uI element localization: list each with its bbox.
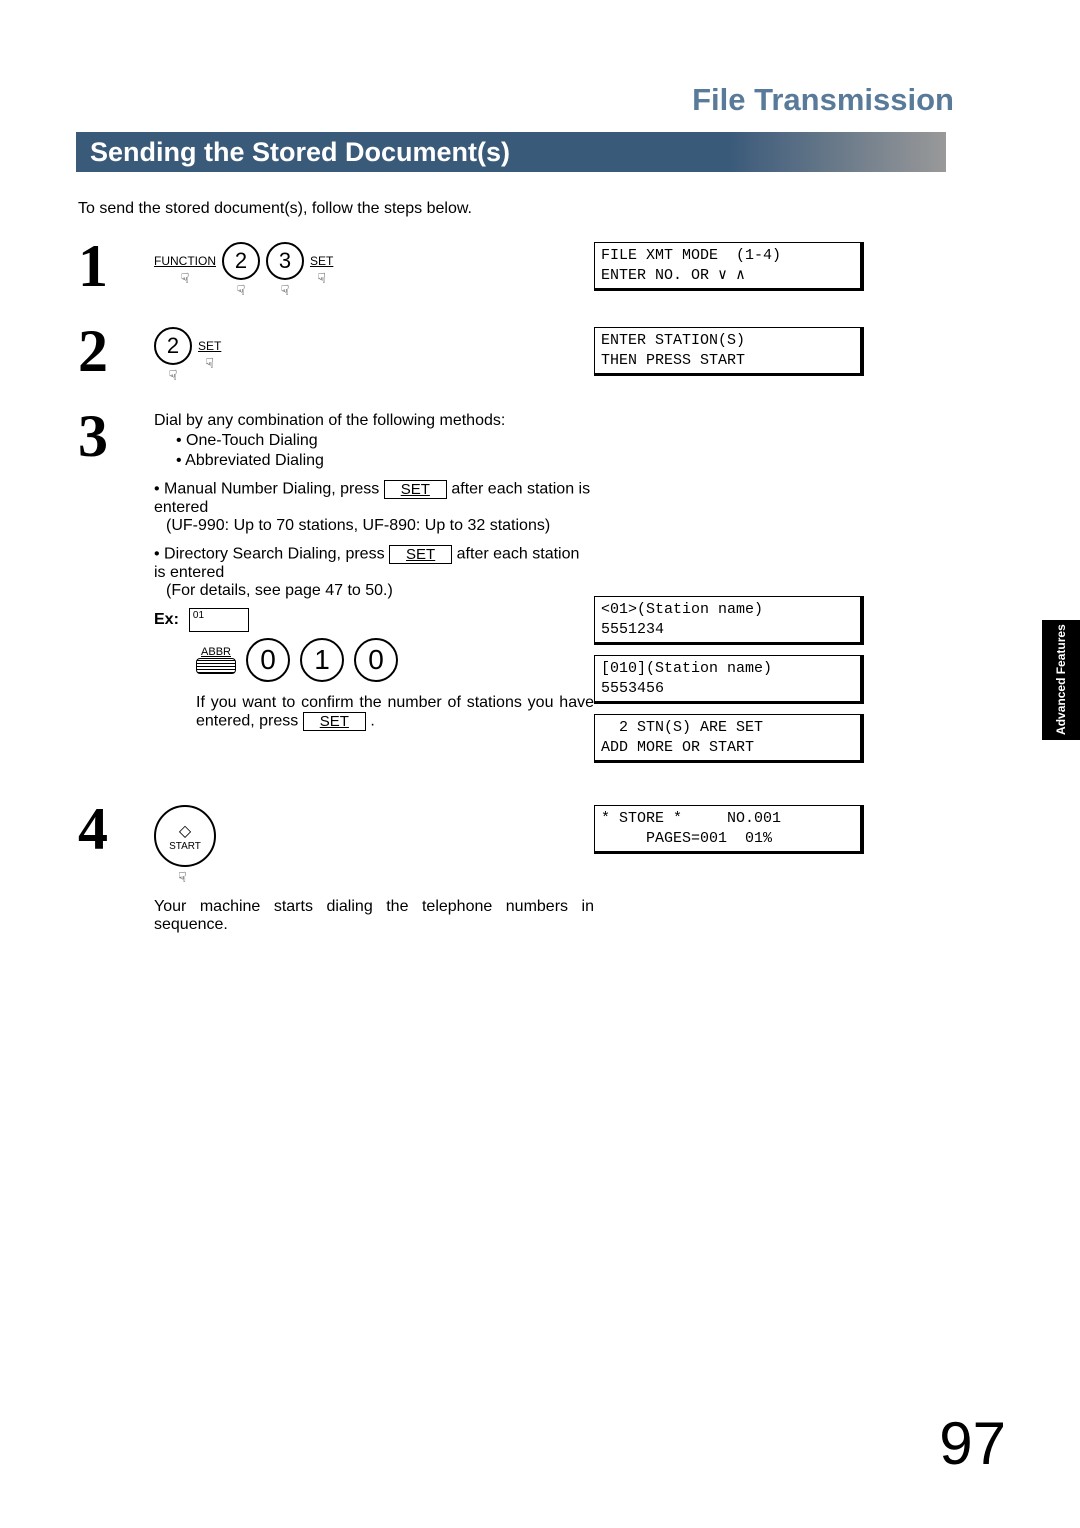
step-4-display: * STORE * NO.001 PAGES=001 01%	[594, 799, 864, 864]
key-2: 2 ☟	[154, 327, 192, 384]
confirm-text: If you want to confirm the number of sta…	[196, 694, 594, 731]
step-4-body: ◇ START ☟ Your machine starts dialing th…	[154, 799, 594, 934]
lcd-line: * STORE * NO.001	[601, 810, 781, 827]
step-3-body: Dial by any combination of the following…	[154, 406, 594, 731]
lcd-line: 5553456	[601, 680, 664, 697]
lcd-line: 2 STN(S) ARE SET	[601, 719, 763, 736]
start-label: START	[169, 841, 201, 852]
step-3: 3 Dial by any combination of the followi…	[0, 406, 1080, 773]
bullet-text: Directory Search Dialing, press	[164, 546, 389, 563]
list-item: One-Touch Dialing	[176, 432, 594, 450]
hand-icon: ☟	[169, 367, 178, 384]
set-label: SET	[310, 254, 333, 268]
lcd-line: PAGES=001 01%	[601, 830, 772, 847]
step-4: 4 ◇ START ☟ Your machine starts dialing …	[0, 799, 1080, 934]
steps-container: 1 FUNCTION ☟ 2 ☟ 3 ☟ SET ☟	[0, 236, 1080, 934]
key-round-2: 2	[222, 242, 260, 280]
confirm-post: .	[370, 713, 374, 730]
directory-dial-item: • Directory Search Dialing, press SET af…	[154, 545, 594, 600]
example-row: Ex: 01	[154, 608, 594, 632]
key-round-3: 3	[266, 242, 304, 280]
note-text: (For details, see page 47 to 50.)	[166, 582, 594, 600]
list-item: Abbreviated Dialing	[176, 452, 594, 470]
key-2: 2 ☟	[222, 242, 260, 299]
step-number: 2	[78, 321, 154, 381]
lcd-line: THEN PRESS START	[601, 352, 745, 369]
intro-text: To send the stored document(s), follow t…	[78, 200, 1080, 218]
lcd-line: ENTER NO. OR ∨ ∧	[601, 267, 745, 284]
hand-icon: ☟	[317, 270, 326, 287]
function-key: FUNCTION ☟	[154, 254, 216, 287]
lcd-line: 5551234	[601, 621, 664, 638]
step-number: 3	[78, 406, 154, 466]
lcd-display: <01>(Station name) 5551234	[594, 596, 864, 645]
step-2-body: 2 ☟ SET ☟	[154, 321, 594, 384]
step-2-display: ENTER STATION(S) THEN PRESS START	[594, 321, 864, 386]
step-3-intro: Dial by any combination of the following…	[154, 412, 594, 430]
one-touch-key: 01	[189, 608, 249, 632]
key-3: 3 ☟	[266, 242, 304, 299]
step-1-display: FILE XMT MODE (1-4) ENTER NO. OR ∨ ∧	[594, 236, 864, 301]
lcd-line: <01>(Station name)	[601, 601, 763, 618]
step-2: 2 2 ☟ SET ☟ ENTER STATION(S) THEN PRESS …	[0, 321, 1080, 386]
side-tab-label: Advanced Features	[1054, 625, 1067, 736]
section-title-bar: Sending the Stored Document(s)	[76, 132, 946, 172]
step-4-text: Your machine starts dialing the telephon…	[154, 898, 594, 934]
bullet-text: •	[154, 481, 164, 498]
ex-label: Ex:	[154, 611, 179, 629]
set-button-box: SET	[303, 712, 366, 731]
lcd-display: [010](Station name) 5553456	[594, 655, 864, 704]
hand-icon: ☟	[237, 282, 246, 299]
key-round-2: 2	[154, 327, 192, 365]
diamond-icon: ◇	[179, 821, 191, 841]
step-1-body: FUNCTION ☟ 2 ☟ 3 ☟ SET ☟	[154, 236, 594, 299]
side-tab: Advanced Features	[1042, 620, 1080, 740]
digit-key: 1	[300, 638, 344, 682]
lcd-display: ENTER STATION(S) THEN PRESS START	[594, 327, 864, 376]
hand-icon: ☟	[181, 270, 190, 287]
digit-key: 0	[354, 638, 398, 682]
bullet-text: Manual Number Dialing, press	[164, 481, 384, 498]
page-heading: File Transmission	[0, 0, 1080, 118]
dial-methods-list: One-Touch Dialing Abbreviated Dialing	[176, 432, 594, 470]
lcd-display: 2 STN(S) ARE SET ADD MORE OR START	[594, 714, 864, 763]
page-number: 97	[939, 1409, 1006, 1478]
digit-key: 0	[246, 638, 290, 682]
step-1: 1 FUNCTION ☟ 2 ☟ 3 ☟ SET ☟	[0, 236, 1080, 301]
note-text: (UF-990: Up to 70 stations, UF-890: Up t…	[166, 517, 594, 535]
hand-icon: ☟	[178, 869, 187, 886]
bullet-text: •	[154, 546, 164, 563]
lcd-line: ENTER STATION(S)	[601, 332, 745, 349]
step-3-display: <01>(Station name) 5551234 [010](Station…	[594, 406, 864, 773]
step-number: 4	[78, 799, 154, 859]
hand-icon: ☟	[205, 355, 214, 372]
set-button-box: SET	[384, 480, 447, 499]
set-key: SET ☟	[198, 339, 221, 372]
abbr-key: ABBR	[196, 646, 236, 674]
set-key: SET ☟	[310, 254, 333, 287]
step-number: 1	[78, 236, 154, 296]
abbr-row: ABBR 0 1 0	[196, 638, 594, 682]
hand-icon: ☟	[281, 282, 290, 299]
function-label: FUNCTION	[154, 254, 216, 268]
set-label: SET	[198, 339, 221, 353]
abbr-button-icon	[196, 658, 236, 674]
lcd-line: FILE XMT MODE (1-4)	[601, 247, 781, 264]
section-title: Sending the Stored Document(s)	[90, 137, 510, 168]
set-button-box: SET	[389, 545, 452, 564]
abbr-label: ABBR	[201, 646, 231, 658]
start-button: ◇ START	[154, 805, 216, 867]
lcd-display: FILE XMT MODE (1-4) ENTER NO. OR ∨ ∧	[594, 242, 864, 291]
confirm-pre: If you want to confirm the number of sta…	[196, 694, 594, 730]
lcd-line: [010](Station name)	[601, 660, 772, 677]
lcd-display: * STORE * NO.001 PAGES=001 01%	[594, 805, 864, 854]
lcd-line: ADD MORE OR START	[601, 739, 754, 756]
manual-dial-item: • Manual Number Dialing, press SET after…	[154, 480, 594, 535]
